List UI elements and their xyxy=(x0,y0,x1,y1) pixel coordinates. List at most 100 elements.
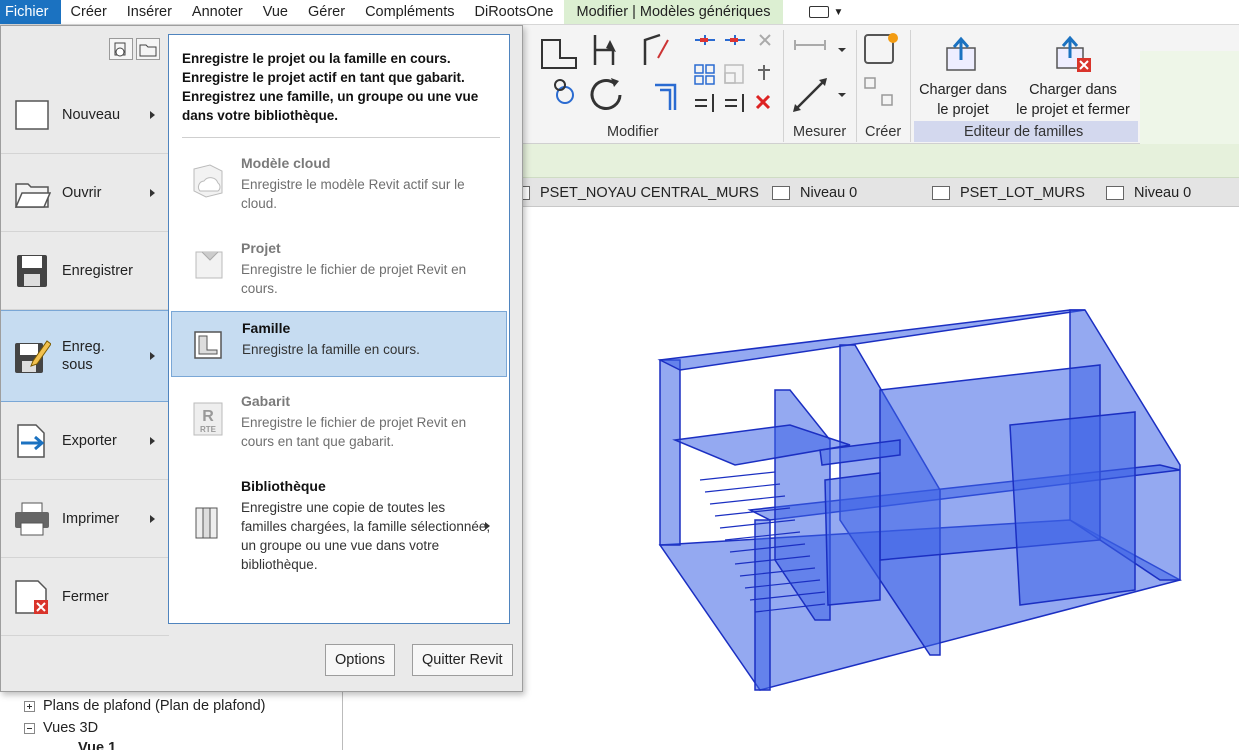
tab-creer[interactable]: Créer xyxy=(61,0,117,24)
pin-tool-icon[interactable] xyxy=(758,65,770,80)
menu-item-label: Exporter xyxy=(62,432,117,449)
submenu-arrow-icon xyxy=(150,110,155,119)
view-tab-lot-murs[interactable]: PSET_LOT_MURS xyxy=(932,178,1085,207)
panel-label-modifier: Modifier xyxy=(607,124,659,140)
menu-item-enregistrer[interactable]: Enregistrer xyxy=(1,232,169,310)
redo-circle-icon[interactable] xyxy=(590,78,622,110)
quick-access-buttons xyxy=(109,38,160,60)
delete-dim-icon[interactable] xyxy=(759,34,771,46)
chevron-down-icon: ▼ xyxy=(833,6,844,18)
tab-inserer[interactable]: Insérer xyxy=(117,0,182,24)
submenu-item-projet[interactable]: Projet Enregistre le fichier de projet R… xyxy=(171,232,507,298)
submenu-item-title: Projet xyxy=(241,240,281,256)
menu-item-nouveau[interactable]: Nouveau xyxy=(1,76,169,154)
tab-fichier[interactable]: Fichier xyxy=(0,0,61,24)
rte-label: RTE xyxy=(200,425,217,434)
cloud-model-icon xyxy=(193,164,223,198)
split-gap-icon[interactable] xyxy=(695,94,714,112)
panel-label-mesurer: Mesurer xyxy=(793,124,847,140)
offset-tool-icon[interactable] xyxy=(655,83,677,110)
submenu-arrow-icon xyxy=(150,514,155,523)
rotate-tool-icon[interactable] xyxy=(554,79,574,104)
submenu-item-title: Bibliothèque xyxy=(241,478,326,494)
menu-item-enreg-sous[interactable]: Enreg. sous xyxy=(1,310,169,402)
tab-vue[interactable]: Vue xyxy=(253,0,298,24)
view-tab-noyau[interactable]: PSET_NOYAU CENTRAL_MURS xyxy=(522,178,759,207)
expand-icon[interactable] xyxy=(24,700,35,712)
submenu-item-modele-cloud[interactable]: Modèle cloud Enregistre le modèle Revit … xyxy=(171,147,507,213)
view-tab-niveau-0-b[interactable]: Niveau 0 xyxy=(1106,178,1191,207)
save-icon xyxy=(17,254,47,287)
tree-item-plans-plafond[interactable]: Plans de plafond (Plan de plafond) xyxy=(24,696,266,716)
load-close-line1: Charger dans xyxy=(1029,82,1117,98)
measure-tool-icon[interactable] xyxy=(793,78,846,112)
tab-annoter[interactable]: Annoter xyxy=(182,0,253,24)
menu-item-label: Fermer xyxy=(62,588,109,605)
open-folder-icon xyxy=(14,182,51,208)
tab-gerer[interactable]: Gérer xyxy=(298,0,355,24)
options-button[interactable]: Options xyxy=(325,644,395,676)
tree-item-label: Vues 3D xyxy=(43,720,99,736)
menu-item-exporter[interactable]: Exporter xyxy=(1,402,169,480)
model-right-partition xyxy=(1009,411,1136,606)
load-and-close-button[interactable]: Charger dans le projet et fermer xyxy=(1010,34,1136,118)
tree-item-vue-1[interactable]: Vue 1 xyxy=(78,738,116,750)
tab-complements[interactable]: Compléments xyxy=(355,0,464,24)
split-tool-icon[interactable] xyxy=(643,33,669,65)
trim-tool-icon[interactable] xyxy=(593,35,616,65)
submenu-item-bibliotheque[interactable]: Bibliothèque Enregistre une copie de tou… xyxy=(171,470,507,580)
copy-tool-icon[interactable] xyxy=(695,35,715,45)
panel-separator xyxy=(910,30,911,142)
menu-item-label-line1: Enreg. xyxy=(62,339,105,355)
create-similar-icon[interactable] xyxy=(864,77,893,106)
model-back-wall xyxy=(657,309,1086,371)
table-icon xyxy=(522,185,530,200)
menu-item-imprimer[interactable]: Imprimer xyxy=(1,480,169,558)
mirror-tool-icon[interactable] xyxy=(725,35,745,45)
recent-documents-button[interactable] xyxy=(109,38,133,60)
library-books-icon xyxy=(195,507,218,539)
scale-tool-icon[interactable] xyxy=(724,64,744,84)
align-tool-icon[interactable] xyxy=(541,39,577,69)
tree-item-label: Plans de plafond (Plan de plafond) xyxy=(43,698,266,714)
tree-item-vues-3d[interactable]: Vues 3D xyxy=(24,718,98,738)
open-documents-button[interactable] xyxy=(136,38,160,60)
menu-item-label: Enreg. sous xyxy=(62,338,105,374)
family-file-icon xyxy=(194,331,222,359)
export-icon xyxy=(17,423,45,458)
menu-item-label: Enregistrer xyxy=(62,262,133,279)
model-left-wall xyxy=(659,359,681,546)
table-icon xyxy=(932,185,950,200)
submenu-arrow-icon xyxy=(485,522,490,530)
submenu-item-famille[interactable]: Famille Enregistre la famille en cours. xyxy=(171,311,507,377)
delete-icon[interactable] xyxy=(755,94,771,110)
array-tool-icon[interactable] xyxy=(694,64,715,85)
load-project-line2: le projet xyxy=(937,102,989,118)
create-group-icon[interactable] xyxy=(864,33,898,64)
quit-revit-button[interactable]: Quitter Revit xyxy=(412,644,513,676)
menu-bar: Fichier Créer Insérer Annoter Vue Gérer … xyxy=(0,0,1239,25)
panel-separator xyxy=(783,30,784,142)
svg-text:R: R xyxy=(202,408,214,425)
app-menu-left-column: Nouveau Ouvrir Enregistrer Enreg. sous Ex… xyxy=(1,76,169,636)
menu-item-label: Nouveau xyxy=(62,106,121,123)
tab-modifier-modeles[interactable]: Modifier | Modèles génériques xyxy=(563,0,784,24)
panel-label-editeur: Editeur de familles xyxy=(964,124,1084,140)
mirror-axis-icon[interactable] xyxy=(725,94,744,112)
collapse-icon[interactable] xyxy=(24,722,35,734)
floor-plan-icon xyxy=(772,185,790,200)
save-as-submenu: Enregistre le projet ou la famille en co… xyxy=(168,34,510,624)
menu-item-fermer[interactable]: Fermer xyxy=(1,558,169,636)
tab-dirootsone[interactable]: DiRootsOne xyxy=(465,0,564,24)
model-door-frame xyxy=(824,472,881,606)
template-rte-icon: RRTE xyxy=(193,402,223,436)
view-tab-label: PSET_NOYAU CENTRAL_MURS xyxy=(540,184,759,201)
submenu-item-gabarit[interactable]: R RTE Gabarit Enregistre le fichier de pr… xyxy=(171,385,507,451)
submenu-item-desc: Enregistre une copie de toutes les famil… xyxy=(241,500,491,572)
submenu-description: Enregistre le projet ou la famille en co… xyxy=(182,49,500,138)
ribbon-display-toggle[interactable]: ▼ xyxy=(809,0,843,24)
aligned-dimension-icon[interactable] xyxy=(794,40,846,52)
load-into-project-button[interactable]: Charger dans le projet xyxy=(918,34,1008,118)
view-tab-niveau-0-a[interactable]: Niveau 0 xyxy=(772,178,857,207)
menu-item-ouvrir[interactable]: Ouvrir xyxy=(1,154,169,232)
